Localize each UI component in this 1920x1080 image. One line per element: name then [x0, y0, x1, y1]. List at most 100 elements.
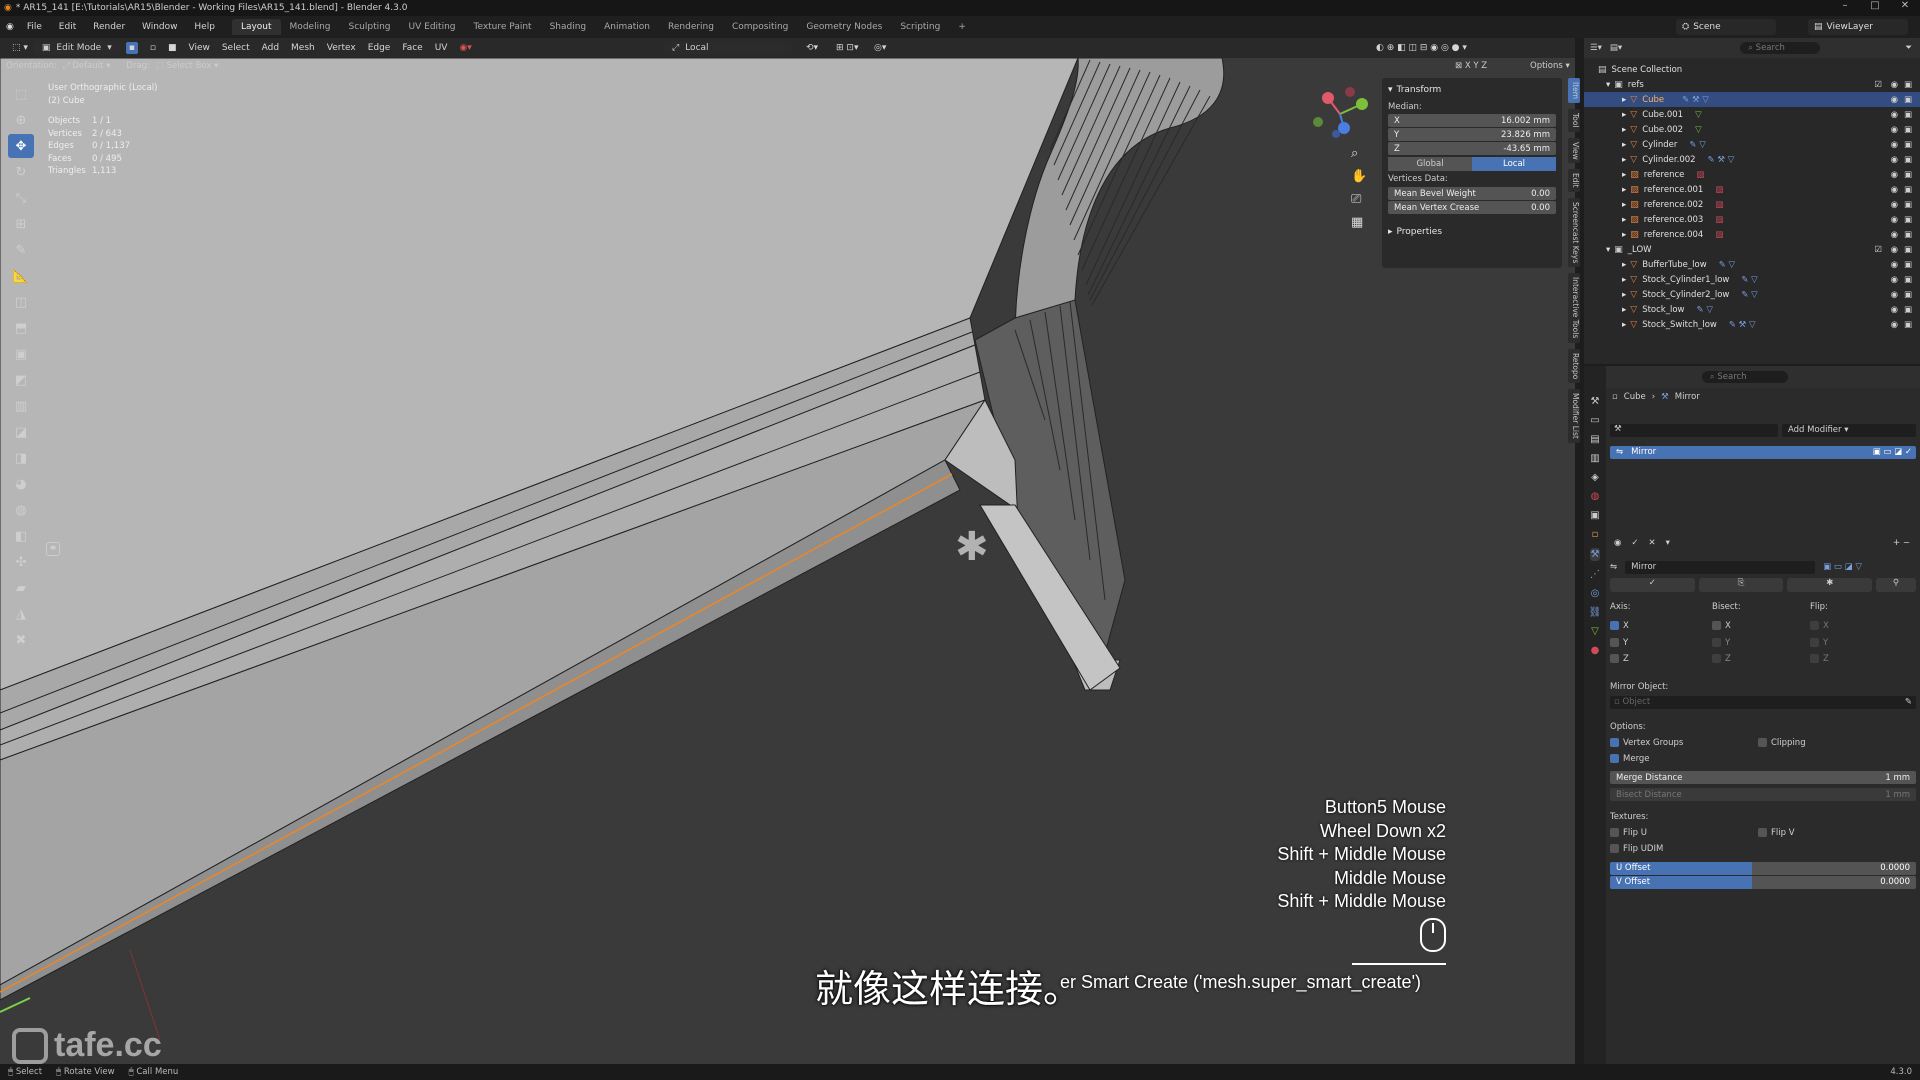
- outliner-search[interactable]: ⌕ Search: [1740, 42, 1821, 54]
- menu-render[interactable]: Render: [93, 22, 125, 32]
- modifier-name-field[interactable]: Mirror: [1625, 560, 1816, 574]
- camera-icon[interactable]: ▣: [1904, 200, 1912, 210]
- eye-icon[interactable]: ◉: [1891, 110, 1898, 120]
- menu-select[interactable]: Select: [222, 43, 250, 53]
- modifier-search-field[interactable]: ⚒: [1610, 424, 1778, 437]
- eye-icon[interactable]: ◉: [1891, 125, 1898, 135]
- menu-vertex[interactable]: Vertex: [327, 43, 356, 53]
- face-select-icon[interactable]: ■: [168, 43, 177, 53]
- proportional-edit-icon[interactable]: ◎▾: [874, 43, 886, 53]
- outliner-item[interactable]: ▸ ▽ Stock_low ✎ ▽ ◉ ▣: [1584, 302, 1920, 317]
- menu-edge[interactable]: Edge: [368, 43, 391, 53]
- camera-icon[interactable]: ▣: [1904, 230, 1912, 240]
- knife-icon[interactable]: ◪: [8, 420, 34, 444]
- bisect-distance-field[interactable]: Bisect Distance 1 mm: [1610, 788, 1916, 801]
- eye-icon[interactable]: ◉: [1891, 230, 1898, 240]
- camera-icon[interactable]: ▣: [1904, 260, 1912, 270]
- editor-type-icon[interactable]: ⬚ ▾: [12, 43, 28, 53]
- options-dropdown[interactable]: Options ▾: [1530, 61, 1570, 71]
- menu-file[interactable]: File: [27, 22, 42, 32]
- eye-icon[interactable]: ◉: [1891, 305, 1898, 315]
- flip-y-checkbox[interactable]: Y: [1810, 635, 1829, 652]
- mirror-object-field[interactable]: ▫ Object ✎: [1610, 696, 1916, 709]
- viewport-shading-icons[interactable]: ◐ ⊕ ◧ ◫ ⊟ ◉ ◎ ● ▾: [1376, 43, 1467, 53]
- scene-tab-icon[interactable]: ◈: [1591, 472, 1599, 483]
- rip-icon[interactable]: ◮: [8, 602, 34, 626]
- camera-icon[interactable]: ▣: [1904, 80, 1912, 90]
- add-workspace-button[interactable]: +: [949, 19, 975, 35]
- snap-icon[interactable]: ⊞ ⊡▾: [836, 43, 858, 53]
- outliner-item[interactable]: ▸ ▨ reference.001 ▨ ◉ ▣: [1584, 182, 1920, 197]
- tab-modifier-list[interactable]: Modifier List: [1568, 388, 1580, 443]
- axis-z-checkbox[interactable]: Z: [1610, 651, 1629, 668]
- inset-icon[interactable]: ▣: [8, 342, 34, 366]
- global-button[interactable]: Global: [1388, 157, 1472, 171]
- move-icon[interactable]: ✥: [8, 134, 34, 158]
- tab-retopo[interactable]: Retopo: [1568, 348, 1580, 383]
- outliner-item[interactable]: ▸ ▨ reference.003 ▨ ◉ ▣: [1584, 212, 1920, 227]
- eye-icon[interactable]: ◉: [1891, 245, 1898, 255]
- outliner-item[interactable]: ▸ ▨ reference.004 ▨ ◉ ▣: [1584, 227, 1920, 242]
- camera-icon[interactable]: ▣: [1904, 125, 1912, 135]
- eye-icon[interactable]: ◉: [1891, 215, 1898, 225]
- outliner-item[interactable]: ▸ ▽ Stock_Cylinder1_low ✎ ▽ ◉ ▣: [1584, 272, 1920, 287]
- vertex-groups-checkbox[interactable]: Vertex Groups: [1610, 738, 1683, 748]
- outliner-item[interactable]: ▸ ▽ Cube.002 ▽ ◉ ▣: [1584, 122, 1920, 137]
- checkbox-icon[interactable]: ☑: [1874, 245, 1882, 255]
- properties-panel-header[interactable]: ▸ Properties: [1388, 224, 1556, 240]
- camera-icon[interactable]: ▣: [1904, 110, 1912, 120]
- close-button[interactable]: ✕: [1890, 0, 1920, 11]
- tab-item[interactable]: Item: [1568, 78, 1580, 104]
- data-tab-icon[interactable]: ▽: [1591, 626, 1599, 637]
- maximize-button[interactable]: □: [1860, 0, 1890, 11]
- eye-icon[interactable]: ◉: [1891, 170, 1898, 180]
- camera-icon[interactable]: ⎚: [1351, 192, 1367, 207]
- flip-v-checkbox[interactable]: Flip V: [1758, 828, 1795, 838]
- edge-slide-icon[interactable]: ◧: [8, 524, 34, 548]
- eye-icon[interactable]: ◉: [1891, 140, 1898, 150]
- view-layer-tab-icon[interactable]: ▥: [1590, 453, 1599, 464]
- loop-cut-icon[interactable]: ▥: [8, 394, 34, 418]
- eye-icon[interactable]: ◉: [1891, 320, 1898, 330]
- axis-y-checkbox[interactable]: Y: [1610, 635, 1629, 652]
- menu-window[interactable]: Window: [142, 22, 178, 32]
- modifier-list-item-mirror[interactable]: ⇋ Mirror ▣ ▭ ◪ ✓: [1610, 446, 1916, 459]
- scene-selector[interactable]: ⛭ Scene: [1676, 19, 1776, 35]
- outliner-item[interactable]: ▸ ▽ Stock_Switch_low ✎ ⚒ ▽ ◉ ▣: [1584, 317, 1920, 332]
- menu-edit[interactable]: Edit: [59, 22, 76, 32]
- world-tab-icon[interactable]: ◍: [1591, 491, 1600, 502]
- transform-icon[interactable]: ⊞: [8, 212, 34, 236]
- eye-icon[interactable]: ◉: [1891, 200, 1898, 210]
- bisect-x-checkbox[interactable]: X: [1712, 618, 1731, 635]
- zoom-icon[interactable]: ⌕: [1351, 146, 1367, 161]
- tab-view[interactable]: View: [1568, 137, 1580, 164]
- tab-rendering[interactable]: Rendering: [659, 19, 723, 35]
- eye-icon[interactable]: ◉: [1891, 275, 1898, 285]
- tab-edit[interactable]: Edit: [1568, 169, 1580, 192]
- check-icon[interactable]: ✓: [1631, 538, 1638, 552]
- outliner-item[interactable]: ▸ ▨ reference ▨ ◉ ▣: [1584, 167, 1920, 182]
- tab-scripting[interactable]: Scripting: [891, 19, 949, 35]
- menu-help[interactable]: Help: [194, 22, 215, 32]
- eye-icon[interactable]: ◉: [1891, 80, 1898, 90]
- duplicate-icon[interactable]: ⎘: [1698, 578, 1784, 592]
- extrude-icon[interactable]: ⬒: [8, 316, 34, 340]
- camera-icon[interactable]: ▣: [1904, 215, 1912, 225]
- extra-options-icon[interactable]: ⚲: [1876, 578, 1917, 592]
- physics-tab-icon[interactable]: ◎: [1591, 588, 1600, 599]
- modifier-toggle-icons[interactable]: ▣ ▭ ◪ ✓: [1873, 446, 1912, 459]
- collection-row-refs[interactable]: ▾ ▣ refs ☑ ◉ ▣: [1584, 77, 1920, 92]
- material-tab-icon[interactable]: ●: [1591, 645, 1600, 656]
- outliner-item[interactable]: ▸ ▽ Stock_Cylinder2_low ✎ ▽ ◉ ▣: [1584, 287, 1920, 302]
- median-y-field[interactable]: Y 23.826 mm: [1388, 128, 1556, 141]
- orientation-dropdown[interactable]: ⤢ Default ▾: [63, 61, 111, 71]
- outliner-item-cube[interactable]: ▸ ▽ Cube ✎ ⚒ ▽ ◉ ▣: [1584, 92, 1920, 107]
- object-tab-icon[interactable]: ▫: [1592, 529, 1599, 540]
- tab-compositing[interactable]: Compositing: [723, 19, 797, 35]
- tab-tool[interactable]: Tool: [1568, 109, 1580, 132]
- merge-distance-field[interactable]: Merge Distance 1 mm: [1610, 771, 1916, 784]
- eye-icon[interactable]: ◉: [1891, 155, 1898, 165]
- display-mode-icon[interactable]: ▤▾: [1610, 43, 1622, 53]
- filter-icon[interactable]: ⏷: [1905, 43, 1912, 53]
- render-tab-icon[interactable]: ▭: [1590, 415, 1599, 426]
